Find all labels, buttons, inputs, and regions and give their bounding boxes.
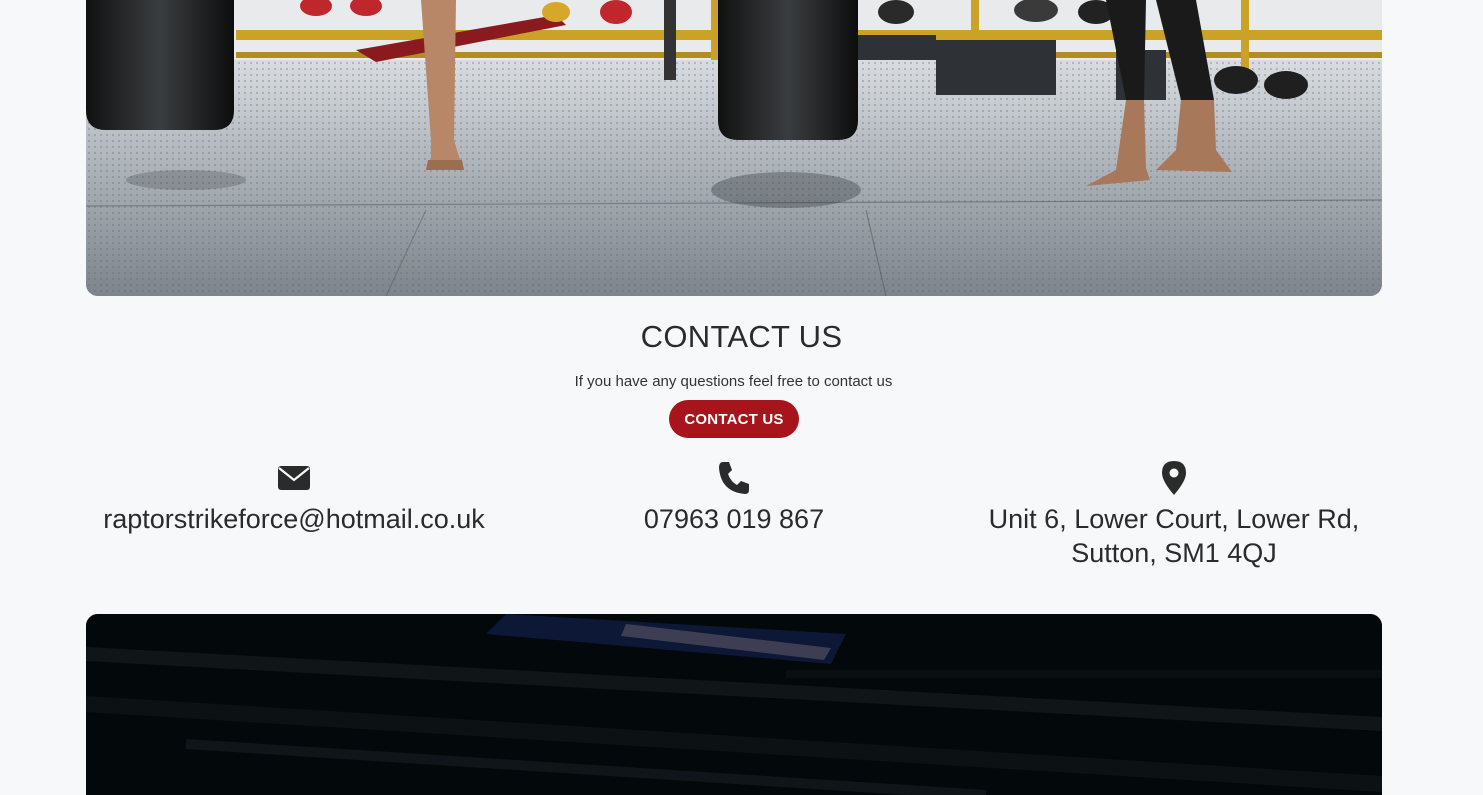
page: CONTACT US If you have any questions fee…	[0, 0, 1483, 795]
contact-subtitle: If you have any questions feel free to c…	[574, 373, 893, 390]
phone-icon	[534, 460, 934, 496]
email-link[interactable]: raptorstrikeforce@hotmail.co.uk	[86, 502, 502, 536]
phone-info: 07963 019 867	[534, 460, 934, 536]
contact-us-button[interactable]: CONTACT US	[669, 400, 799, 438]
envelope-icon	[86, 460, 502, 496]
contact-title: CONTACT US	[640, 319, 843, 354]
address-line-1: Unit 6, Lower Court, Lower Rd,	[988, 504, 1360, 534]
address-line-2: Sutton, SM1 4QJ	[1071, 538, 1277, 568]
map-pin-icon	[964, 460, 1384, 496]
address-info: Unit 6, Lower Court, Lower Rd, Sutton, S…	[964, 460, 1384, 570]
phone-link[interactable]: 07963 019 867	[534, 502, 934, 536]
boxing-gym-photo	[86, 0, 1382, 296]
dark-gym-photo	[86, 614, 1382, 795]
email-info: raptorstrikeforce@hotmail.co.uk	[86, 460, 502, 536]
address-text: Unit 6, Lower Court, Lower Rd, Sutton, S…	[964, 502, 1384, 570]
